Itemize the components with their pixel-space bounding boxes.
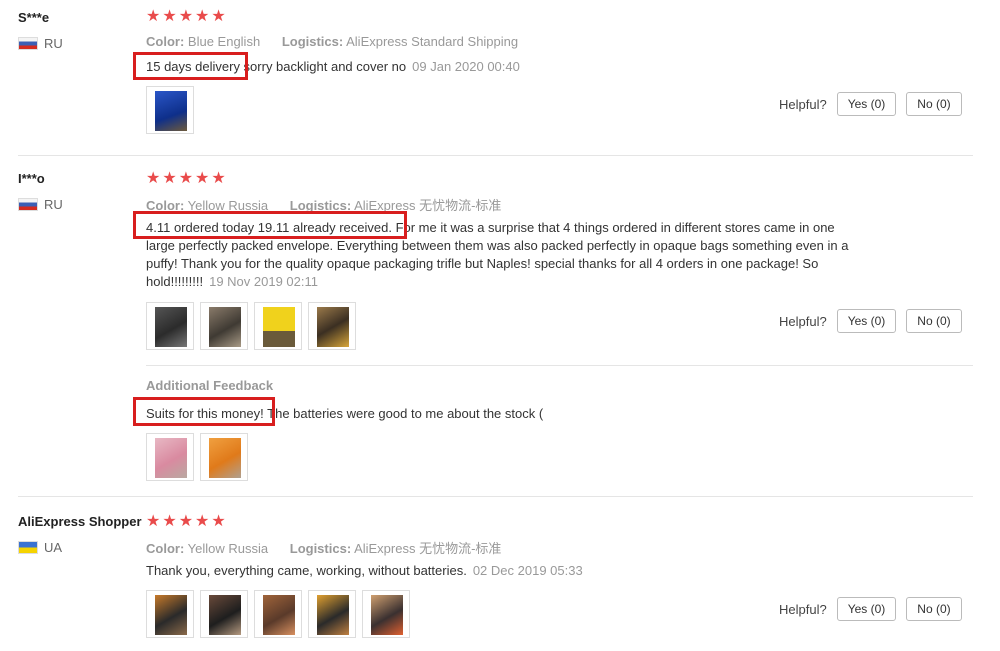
helpful-label: Helpful? xyxy=(779,601,827,617)
additional-photos xyxy=(146,433,248,481)
star-icon: ★ xyxy=(195,170,210,187)
photo-image xyxy=(209,438,241,478)
russia-flag-icon xyxy=(18,197,38,211)
additional-divider xyxy=(146,365,973,366)
no-button[interactable]: No (0) xyxy=(906,309,962,333)
review-photo[interactable] xyxy=(254,590,302,638)
photo-image xyxy=(155,307,187,347)
russia-flag-icon xyxy=(18,36,38,50)
photo-image xyxy=(317,307,349,347)
review-photos xyxy=(146,86,194,134)
logistics-label: Logistics: xyxy=(281,34,344,49)
star-icon: ★ xyxy=(211,170,226,187)
review-text: Thank you, everything came, working, wit… xyxy=(146,562,866,580)
color-value: Blue English xyxy=(187,34,261,49)
star-icon: ★ xyxy=(195,513,210,530)
yes-button[interactable]: Yes (0) xyxy=(836,309,897,333)
logistics-label: Logistics: xyxy=(289,541,352,556)
reviewer-name: S***e xyxy=(18,10,50,25)
photo-image xyxy=(155,595,187,635)
photo-image xyxy=(371,595,403,635)
review-photos xyxy=(146,302,356,350)
review-date: 19 Nov 2019 02:11 xyxy=(209,274,318,289)
additional-feedback-label: Additional Feedback xyxy=(146,378,274,393)
review-date: 09 Jan 2020 00:40 xyxy=(412,59,520,74)
review-photo[interactable] xyxy=(200,433,248,481)
review-photo[interactable] xyxy=(146,302,194,350)
star-icon: ★ xyxy=(162,170,177,187)
review-photo[interactable] xyxy=(308,302,356,350)
no-button[interactable]: No (0) xyxy=(906,92,962,116)
country-code: RU xyxy=(44,196,63,212)
review-photo[interactable] xyxy=(146,590,194,638)
review-photo[interactable] xyxy=(200,590,248,638)
country-code: UA xyxy=(44,539,63,555)
review-photo[interactable] xyxy=(146,433,194,481)
reviewer-country: RU xyxy=(18,196,63,212)
star-icon: ★ xyxy=(211,513,226,530)
review-photos xyxy=(146,590,410,638)
product-meta: Color: Blue English Logistics: AliExpres… xyxy=(146,34,518,49)
color-label: Color: xyxy=(146,34,185,49)
photo-image xyxy=(209,307,241,347)
highlight-box xyxy=(133,397,275,426)
star-icon: ★ xyxy=(162,8,177,25)
country-code: RU xyxy=(44,35,63,51)
logistics-value: AliExpress Standard Shipping xyxy=(346,34,519,49)
color-label: Color: xyxy=(146,541,185,556)
star-icon: ★ xyxy=(211,8,226,25)
rating-stars: ★ ★ ★ ★ ★ xyxy=(146,514,226,530)
photo-image xyxy=(155,91,187,131)
review-body: Thank you, everything came, working, wit… xyxy=(146,563,467,578)
photo-image xyxy=(263,307,295,347)
highlight-box xyxy=(133,211,407,239)
helpful-label: Helpful? xyxy=(779,96,827,112)
star-icon: ★ xyxy=(178,170,194,187)
star-icon: ★ xyxy=(146,513,161,530)
review-divider xyxy=(18,496,973,497)
rating-stars: ★ ★ ★ ★ ★ xyxy=(146,171,226,187)
review-photo[interactable] xyxy=(308,590,356,638)
reviewer-name: I***o xyxy=(18,171,45,186)
star-icon: ★ xyxy=(178,8,194,25)
photo-image xyxy=(263,595,295,635)
star-icon: ★ xyxy=(146,170,161,187)
review-divider xyxy=(18,155,973,156)
star-icon: ★ xyxy=(195,8,210,25)
reviewer-country: UA xyxy=(18,539,63,555)
reviewer-name: AliExpress Shopper xyxy=(18,514,142,529)
yes-button[interactable]: Yes (0) xyxy=(836,92,897,116)
helpful-vote: Helpful? Yes (0) No (0) xyxy=(779,92,962,116)
ukraine-flag-icon xyxy=(18,540,38,554)
helpful-label: Helpful? xyxy=(779,313,827,329)
highlight-box xyxy=(133,52,248,80)
rating-stars: ★ ★ ★ ★ ★ xyxy=(146,9,226,25)
helpful-vote: Helpful? Yes (0) No (0) xyxy=(779,309,962,333)
star-icon: ★ xyxy=(162,513,177,530)
no-button[interactable]: No (0) xyxy=(906,597,962,621)
logistics-value: AliExpress 无忧物流-标准 xyxy=(354,541,502,556)
yes-button[interactable]: Yes (0) xyxy=(836,597,897,621)
helpful-vote: Helpful? Yes (0) No (0) xyxy=(779,597,962,621)
review-date: 02 Dec 2019 05:33 xyxy=(472,563,583,578)
photo-image xyxy=(209,595,241,635)
review-photo[interactable] xyxy=(254,302,302,350)
photo-image xyxy=(155,438,187,478)
star-icon: ★ xyxy=(146,8,161,25)
star-icon: ★ xyxy=(178,513,194,530)
review-text: 15 days delivery sorry backlight and cov… xyxy=(146,58,866,76)
product-meta: Color: Yellow Russia Logistics: AliExpre… xyxy=(146,538,501,557)
photo-image xyxy=(317,595,349,635)
review-photo[interactable] xyxy=(362,590,410,638)
color-value: Yellow Russia xyxy=(187,541,269,556)
review-photo[interactable] xyxy=(146,86,194,134)
review-photo[interactable] xyxy=(200,302,248,350)
reviewer-country: RU xyxy=(18,35,63,51)
